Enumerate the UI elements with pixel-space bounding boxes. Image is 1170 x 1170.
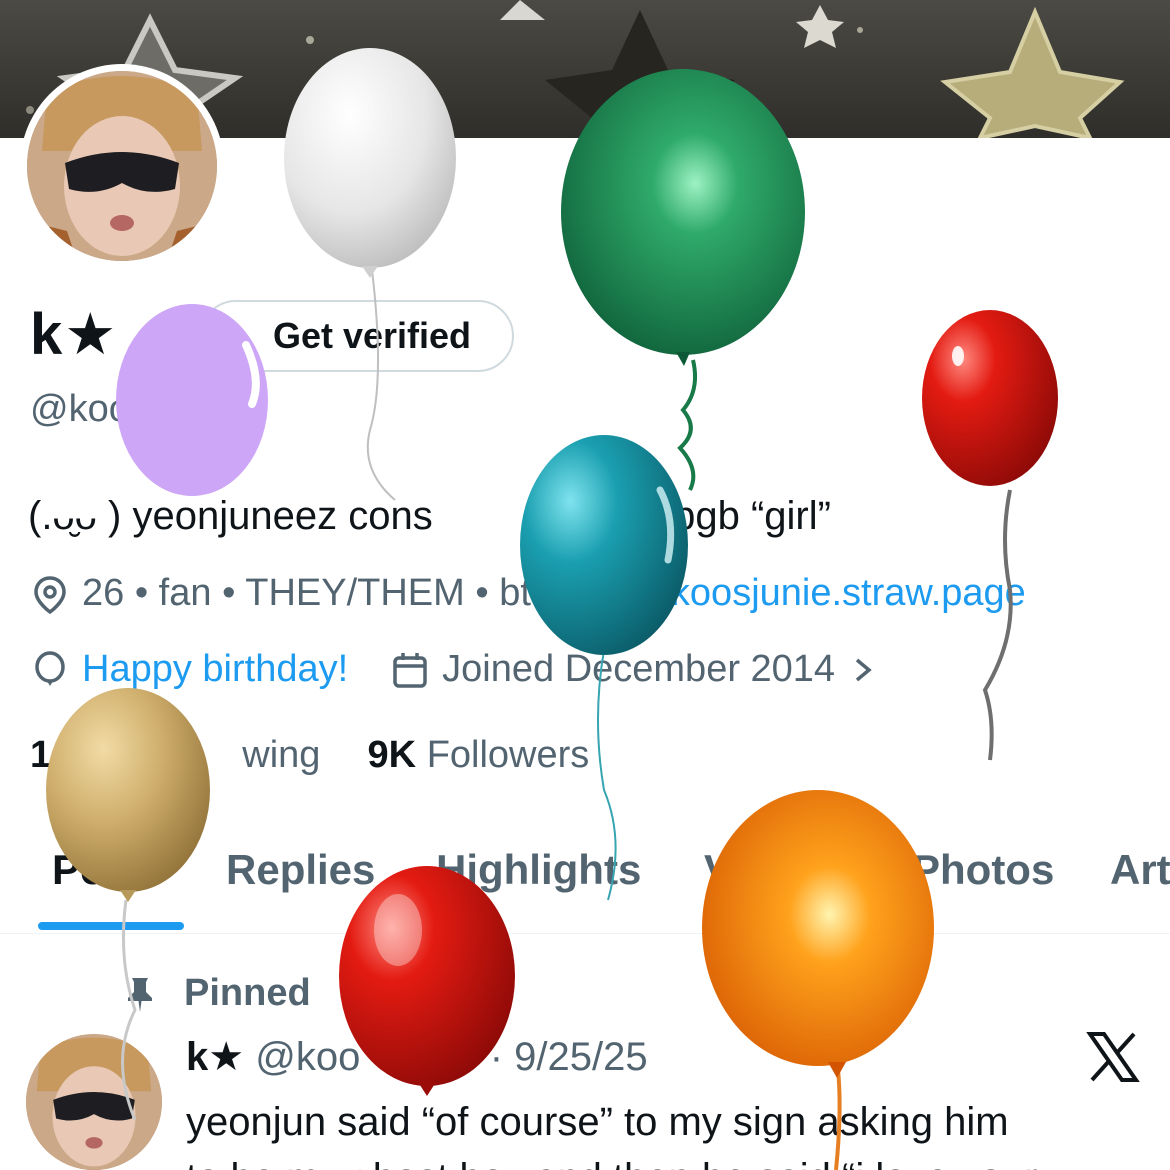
display-name-row: k★ (30, 300, 118, 368)
profile-meta-location: 26 • fan • THEY/THEM • bt koosjunie.stra… (30, 572, 1026, 615)
bio-text-tail: yj’s gbgb “girl” (582, 494, 831, 538)
post-text-line: yeonjun said “of course” to my sign aski… (186, 1100, 1009, 1144)
post-text-line: to be my ghost boy and then he said “i l… (186, 1150, 1038, 1170)
location-text: 26 • fan • THEY/THEM • bt (82, 572, 531, 614)
tab-photos[interactable]: Photos (912, 846, 1054, 894)
pinned-label: Pinned (184, 972, 311, 1014)
tab-videos[interactable]: Videos (704, 846, 841, 894)
following-label[interactable]: wing (242, 734, 320, 776)
display-name: k★ (30, 302, 119, 367)
get-verified-button[interactable]: Get verified (200, 300, 514, 372)
joined-date: Joined December 2014 (442, 648, 836, 690)
calendar-icon (393, 652, 427, 688)
tab-articles[interactable]: Art (1110, 846, 1170, 894)
balloon-icon (35, 650, 65, 686)
pinned-indicator: Pinned (120, 972, 311, 1015)
pin-icon (128, 977, 152, 1012)
birthday-link[interactable]: Happy birthday! (82, 648, 348, 691)
x-logo-icon (1086, 1032, 1140, 1082)
profile-tabs: Posts Replies Highlights Videos Photos A… (0, 838, 1170, 934)
profile-bio: (.ᴗ̮ᴗ ) yeonjuneez cons yj’s gbgb “girl” (28, 494, 831, 539)
active-tab-indicator (38, 922, 184, 930)
avatar[interactable] (27, 71, 217, 261)
profile-meta-dates: Happy birthday! Joined December 2014 (30, 648, 877, 691)
tab-posts[interactable]: Posts (52, 846, 166, 894)
followers-count[interactable]: 9K (368, 734, 417, 776)
tab-replies[interactable]: Replies (226, 846, 375, 894)
profile-avatar-frame[interactable] (20, 64, 224, 268)
post-date[interactable]: · 9/25/25 (490, 1035, 648, 1079)
chevron-right-icon[interactable] (849, 650, 877, 690)
followers-label[interactable]: Followers (427, 734, 590, 776)
post-header: k★ @koo e · 9/25/25 (186, 1034, 648, 1080)
bio-text: (.ᴗ̮ᴗ ) yeonjuneez cons (28, 494, 433, 538)
tab-highlights[interactable]: Highlights (436, 846, 641, 894)
profile-stats: 1 wing 9K Followers (30, 734, 589, 777)
profile-handle: @koo (30, 388, 130, 430)
post-author-handle[interactable]: @koo (255, 1035, 360, 1079)
post-author-avatar[interactable] (26, 1034, 162, 1170)
website-link[interactable]: koosjunie.straw.page (671, 572, 1026, 615)
post-author-name[interactable]: k★ (186, 1035, 244, 1079)
post-handle-tail: e (456, 1035, 479, 1079)
post-text: yeonjun said “of course” to my sign aski… (186, 1094, 1038, 1170)
location-pin-icon (34, 575, 66, 614)
following-count[interactable]: 1 (30, 734, 51, 776)
red-balloon (922, 310, 1058, 761)
